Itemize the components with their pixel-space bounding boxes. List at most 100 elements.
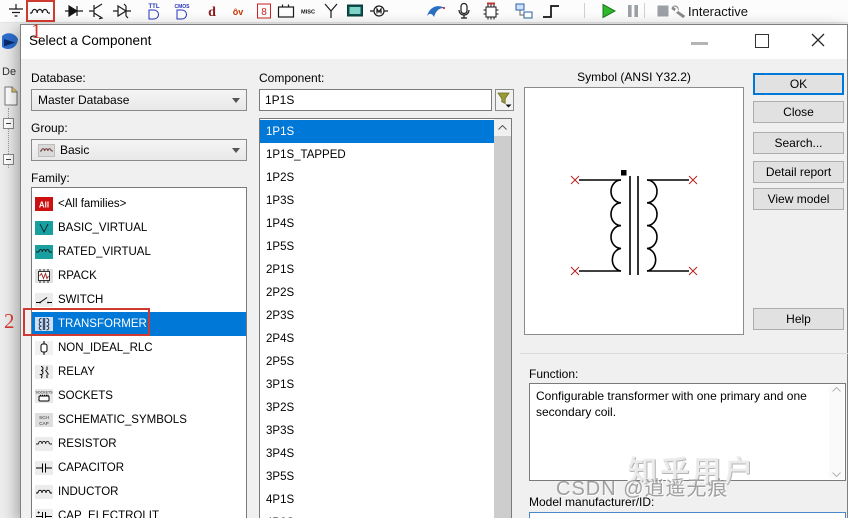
place-ttl-button[interactable]: TTL	[142, 1, 166, 21]
family-item-rpack[interactable]: RPACK	[32, 264, 246, 288]
component-item[interactable]: 3P4S	[260, 442, 494, 465]
place-analog-button[interactable]	[110, 1, 134, 21]
family-item-cap-electrolit[interactable]: CAP_ELECTROLIT	[32, 504, 246, 518]
component-item[interactable]: 1P5S	[260, 235, 494, 258]
place-source-button[interactable]	[4, 1, 28, 21]
family-item-label: SWITCH	[58, 294, 104, 306]
model-manufacturer-box[interactable]	[529, 512, 846, 518]
family-item-label: SOCKETS	[58, 390, 113, 402]
component-scrollbar[interactable]	[494, 119, 511, 518]
place-mcu-button[interactable]	[479, 1, 503, 21]
component-item[interactable]: 1P1S	[260, 120, 494, 143]
component-item[interactable]: 2P2S	[260, 281, 494, 304]
place-misc-button[interactable]: MISC	[296, 1, 320, 21]
family-item-all-families[interactable]: All <All families>	[32, 192, 246, 216]
place-rf-button[interactable]	[319, 1, 343, 21]
design-toolbox-label: De	[2, 66, 17, 78]
family-item-label: RATED_VIRTUAL	[58, 246, 151, 258]
place-basic-button[interactable]	[28, 1, 52, 21]
stop-simulation-button[interactable]	[651, 1, 675, 21]
family-item-relay[interactable]: RELAY	[32, 360, 246, 384]
family-item-label: CAP_ELECTROLIT	[58, 510, 159, 518]
place-mixed-button[interactable]: ôv	[226, 1, 250, 21]
component-label: Component:	[259, 71, 325, 85]
family-item-inductor[interactable]: INDUCTOR	[32, 480, 246, 504]
section-divider	[520, 353, 848, 354]
component-item[interactable]: 3P1S	[260, 373, 494, 396]
scroll-up-icon[interactable]	[494, 119, 511, 136]
family-item-non-ideal-rlc[interactable]: NON_IDEAL_RLC	[32, 336, 246, 360]
place-bus-button[interactable]	[539, 1, 563, 21]
place-electromechanical-button[interactable]	[367, 1, 391, 21]
ni-component-wizard-button[interactable]	[424, 1, 448, 21]
component-item[interactable]: 1P3S	[260, 189, 494, 212]
new-file-icon[interactable]	[3, 86, 19, 111]
place-misc-digital-button[interactable]: d	[200, 1, 224, 21]
component-item[interactable]: 2P5S	[260, 350, 494, 373]
multisim-screen: De Interactive TTL CMOS d ôv 8 MISC Select a …	[0, 0, 848, 518]
scrollbar-thumb[interactable]	[494, 136, 511, 518]
family-label: Family:	[31, 171, 70, 185]
view-model-button[interactable]: View model	[753, 188, 844, 210]
function-text: Configurable transformer with one primar…	[536, 389, 807, 419]
component-item[interactable]: 2P3S	[260, 304, 494, 327]
place-power-button[interactable]	[274, 1, 298, 21]
component-input[interactable]	[259, 89, 492, 111]
component-item[interactable]: 4P2S	[260, 511, 494, 518]
ok-button[interactable]: OK	[753, 73, 844, 95]
component-item[interactable]: 1P1S_TAPPED	[260, 143, 494, 166]
group-value: Basic	[60, 143, 90, 157]
group-combobox[interactable]: Basic	[31, 139, 247, 161]
close-button[interactable]: Close	[753, 101, 844, 123]
place-indicator-button[interactable]: 8	[252, 1, 276, 21]
family-item-resistor[interactable]: RESISTOR	[32, 432, 246, 456]
family-item-label: CAPACITOR	[58, 462, 125, 474]
detail-report-button[interactable]: Detail report	[753, 161, 844, 183]
place-probe-button[interactable]	[452, 1, 476, 21]
toolbar-separator	[584, 3, 585, 18]
place-transistor-button[interactable]	[86, 1, 110, 21]
family-item-label: SCHEMATIC_SYMBOLS	[58, 414, 187, 426]
function-scrollbar[interactable]	[829, 385, 844, 479]
family-item-label: BASIC_VIRTUAL	[58, 222, 148, 234]
select-component-dialog: Select a Component Database: Master Data…	[20, 24, 848, 518]
family-item-switch[interactable]: SWITCH	[32, 288, 246, 312]
component-item[interactable]: 3P5S	[260, 465, 494, 488]
family-item-transformer[interactable]: TRANSFORMER	[32, 312, 246, 336]
annotation-number-2: 2	[4, 309, 15, 333]
close-icon[interactable]	[810, 32, 826, 48]
filter-button[interactable]	[495, 89, 514, 111]
run-simulation-button[interactable]	[596, 1, 620, 21]
minimize-button[interactable]	[691, 42, 708, 45]
tree-collapse-toggle[interactable]	[3, 118, 14, 129]
component-item[interactable]: 2P1S	[260, 258, 494, 281]
component-item[interactable]: 1P2S	[260, 166, 494, 189]
tree-collapse-toggle[interactable]	[3, 154, 14, 165]
search-button[interactable]: Search...	[753, 132, 844, 154]
family-item-basic-virtual[interactable]: BASIC_VIRTUAL	[32, 216, 246, 240]
dialog-title: Select a Component	[29, 33, 152, 48]
place-cmos-button[interactable]: CMOS	[170, 1, 194, 21]
component-item[interactable]: 4P1S	[260, 488, 494, 511]
family-list: All <All families> BASIC_VIRTUAL RATED_VIRT…	[31, 187, 247, 518]
maximize-button[interactable]	[755, 34, 769, 48]
family-item-rated-virtual[interactable]: RATED_VIRTUAL	[32, 240, 246, 264]
family-item-schematic-symbols[interactable]: SCH CAP SCHEMATIC_SYMBOLS	[32, 408, 246, 432]
family-item-sockets[interactable]: SOCKETS SOCKETS	[32, 384, 246, 408]
component-item[interactable]: 3P2S	[260, 396, 494, 419]
help-button[interactable]: Help	[753, 308, 844, 330]
function-box: Configurable transformer with one primar…	[529, 383, 846, 481]
place-advanced-peripherals-button[interactable]	[343, 1, 367, 21]
component-item[interactable]: 1P4S	[260, 212, 494, 235]
family-item-capacitor[interactable]: CAPACITOR	[32, 456, 246, 480]
database-label: Database:	[31, 71, 86, 85]
interactive-simulation-label[interactable]: Interactive	[688, 4, 748, 19]
pause-simulation-button[interactable]	[621, 1, 645, 21]
place-diode-button[interactable]	[62, 1, 86, 21]
hierarchical-block-button[interactable]	[512, 1, 536, 21]
svg-text:CAP: CAP	[39, 421, 48, 426]
model-manufacturer-label: Model manufacturer/ID:	[529, 495, 655, 509]
component-item[interactable]: 3P3S	[260, 419, 494, 442]
database-combobox[interactable]: Master Database	[31, 89, 247, 111]
component-item[interactable]: 2P4S	[260, 327, 494, 350]
